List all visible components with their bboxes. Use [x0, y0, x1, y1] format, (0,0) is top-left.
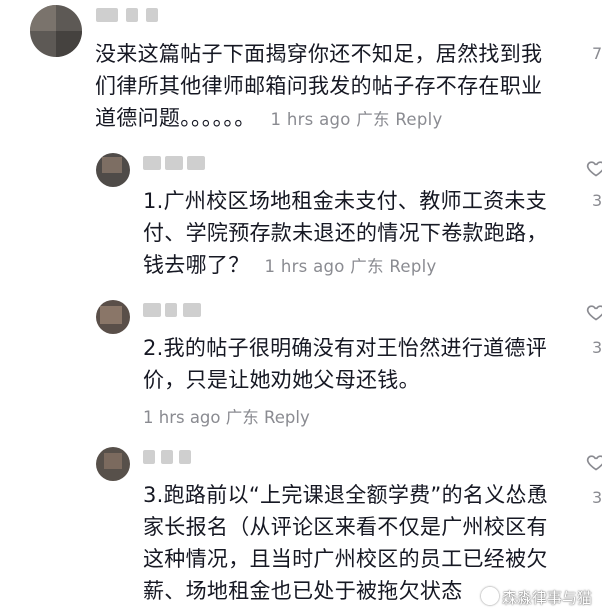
like-count: 3	[592, 191, 602, 210]
comment-body: 2.我的帖子很明确没有对王怡然进行道德评价，只是让她劝她父母还钱。	[143, 336, 548, 392]
comment-time: 1 hrs ago	[270, 110, 351, 129]
comment-meta: 1 hrs ago 广东 Reply	[143, 404, 310, 428]
avatar[interactable]	[30, 5, 82, 57]
comment-body: 3.跑路前以“上完课退全额学费”的名义怂恿家长报名（从评论区来看不仅是广州校区有…	[143, 483, 549, 603]
comment-meta: 1 hrs ago 广东 Reply	[262, 110, 442, 129]
commenter-name[interactable]	[96, 8, 176, 24]
reply-button[interactable]: Reply	[389, 257, 436, 276]
comment-time: 1 hrs ago	[143, 408, 221, 427]
like-heart-icon[interactable]	[586, 452, 602, 476]
platform-logo-icon	[480, 587, 499, 605]
watermark-text: 森淼律事与猫	[501, 589, 592, 607]
comment-text: 没来这篇帖子下面揭穿你还不知足，居然找到我们律所其他律师邮箱问我发的帖子存不存在…	[95, 38, 557, 136]
like-heart-icon[interactable]	[586, 302, 602, 326]
comment-location: 广东	[356, 110, 390, 129]
comment-location: 广东	[225, 408, 259, 427]
comment-location: 广东	[350, 257, 384, 276]
commenter-name[interactable]	[143, 450, 223, 466]
like-count: 7	[592, 44, 602, 63]
avatar[interactable]	[96, 300, 130, 334]
comment-meta: 1 hrs ago 广东 Reply	[256, 257, 436, 276]
reply-button[interactable]: Reply	[395, 110, 442, 129]
commenter-name[interactable]	[143, 303, 223, 319]
reply-button[interactable]: Reply	[264, 408, 310, 427]
like-count: 3	[592, 488, 602, 507]
comment-time: 1 hrs ago	[264, 257, 345, 276]
like-heart-icon[interactable]	[586, 158, 602, 182]
comment-text: 1.广州校区场地租金未支付、教师工资未支付、学院预存款未退还的情况下卷款跑路，钱…	[143, 185, 563, 283]
commenter-name[interactable]	[143, 156, 223, 172]
avatar[interactable]	[96, 447, 130, 481]
comment-text: 2.我的帖子很明确没有对王怡然进行道德评价，只是让她劝她父母还钱。	[143, 332, 563, 396]
like-count: 3	[592, 338, 602, 357]
avatar[interactable]	[96, 153, 130, 187]
watermark: 森淼律事与猫	[480, 587, 592, 608]
